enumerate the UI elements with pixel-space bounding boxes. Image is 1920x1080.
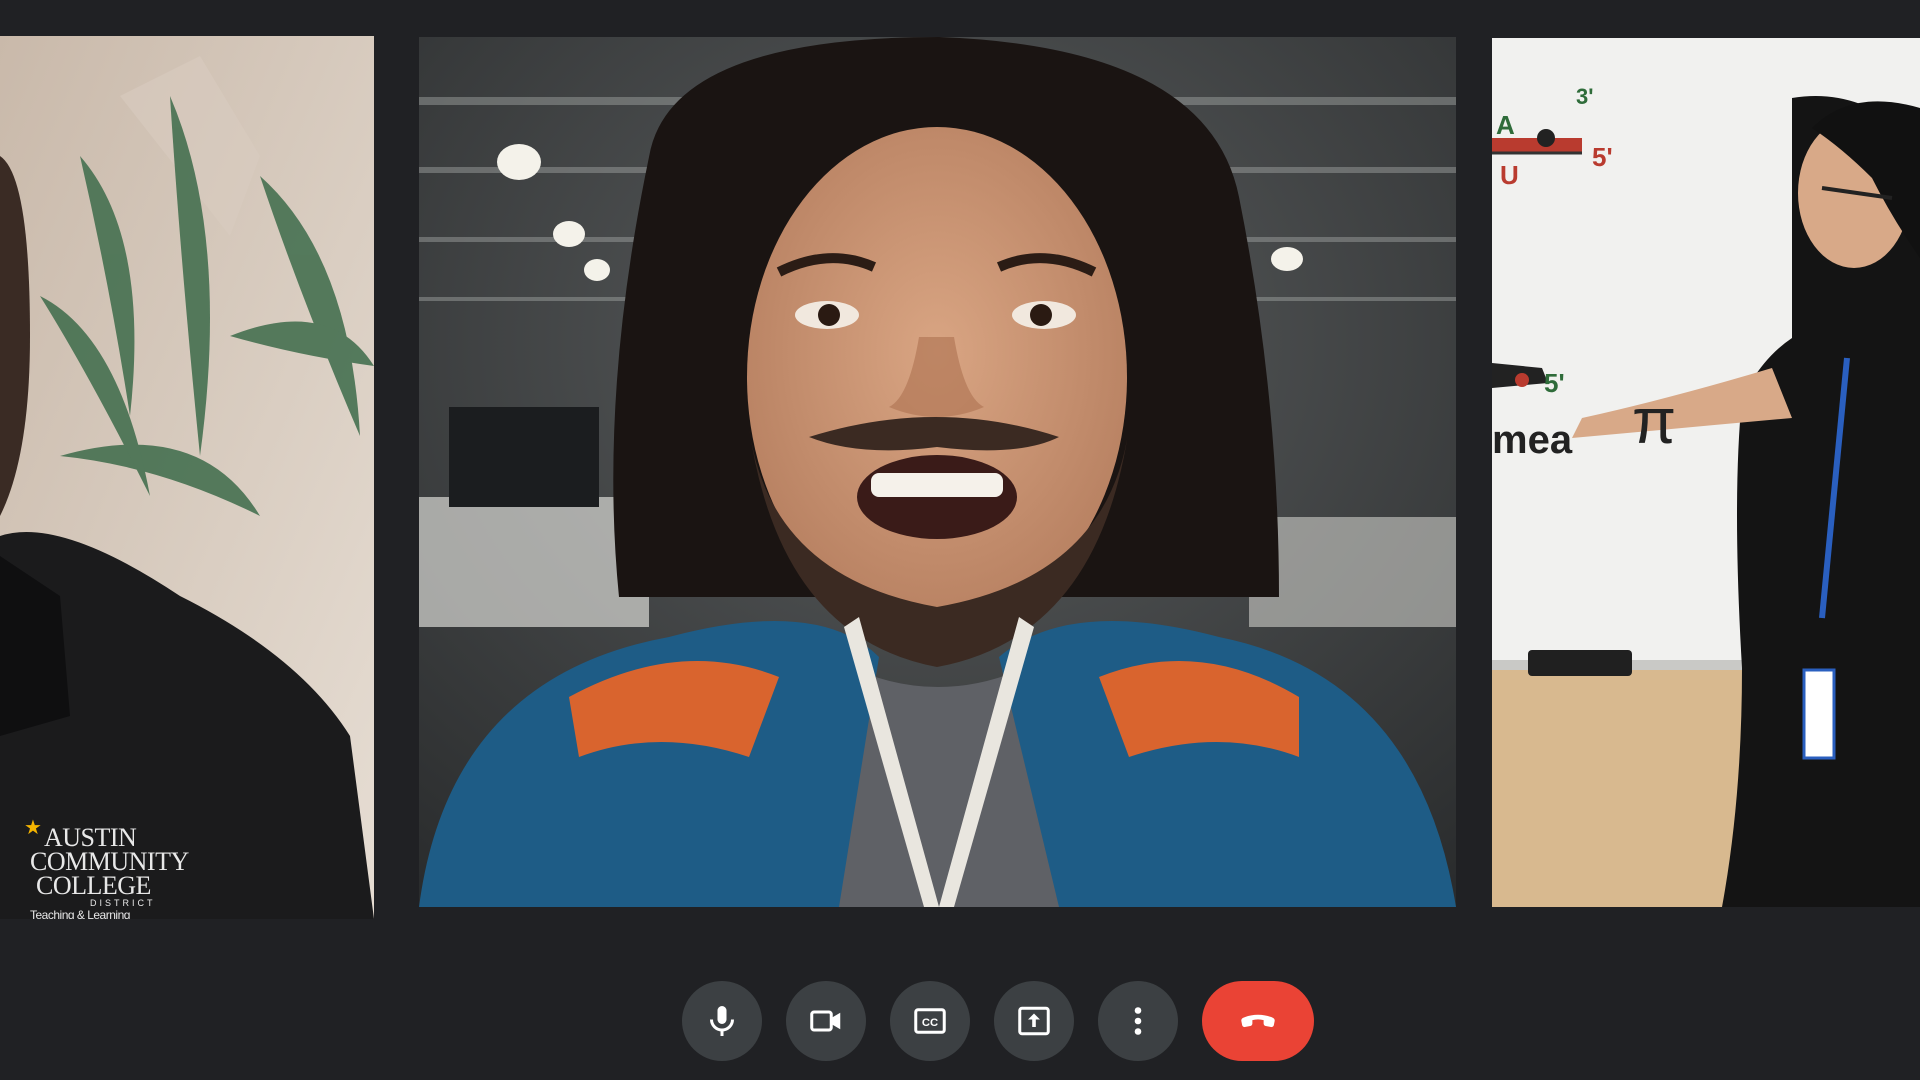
participant-tile-center[interactable] (419, 37, 1456, 907)
video-camera-icon (810, 1010, 841, 1032)
video-call-app: ★ AUSTIN COMMUNITY COLLEGE DISTRICT Teac… (0, 0, 1920, 1080)
participant-video-left (0, 36, 374, 919)
end-call-icon (1241, 1014, 1275, 1028)
logo-tagline: Teaching & Learning (30, 908, 130, 919)
more-options-icon (1134, 1007, 1142, 1035)
college-logo: ★ AUSTIN COMMUNITY COLLEGE DISTRICT Teac… (24, 817, 189, 919)
whiteboard-measure-5a: 5' (1592, 142, 1613, 172)
captions-button[interactable]: CC (890, 981, 970, 1061)
microphone-button[interactable] (682, 981, 762, 1061)
participant-tile-left[interactable]: ★ AUSTIN COMMUNITY COLLEGE DISTRICT Teac… (0, 36, 374, 919)
participant-tile-right[interactable]: A U 3' 5' 5' π mea (1492, 38, 1920, 907)
end-call-button[interactable] (1202, 981, 1314, 1061)
microphone-icon (710, 1006, 734, 1036)
more-options-button[interactable] (1098, 981, 1178, 1061)
whiteboard-label-a: A (1496, 110, 1515, 140)
logo-subtitle: DISTRICT (90, 898, 156, 908)
captions-label: CC (922, 1017, 938, 1029)
logo-line-3: COLLEGE (36, 871, 151, 900)
whiteboard-measure-31: 3' (1576, 84, 1594, 109)
closed-captions-icon: CC (914, 1008, 946, 1034)
call-control-bar: CC (0, 980, 1920, 1061)
present-screen-icon (1018, 1006, 1050, 1036)
participant-video-center (419, 37, 1456, 907)
whiteboard-measure-5b: 5' (1544, 368, 1565, 398)
whiteboard-pi-symbol: π (1632, 385, 1677, 457)
present-screen-button[interactable] (994, 981, 1074, 1061)
camera-button[interactable] (786, 981, 866, 1061)
logo-star-icon: ★ (24, 817, 42, 839)
participant-video-right (1492, 38, 1920, 907)
whiteboard-word-fragment: mea (1492, 418, 1573, 462)
whiteboard-label-u: U (1500, 160, 1519, 190)
